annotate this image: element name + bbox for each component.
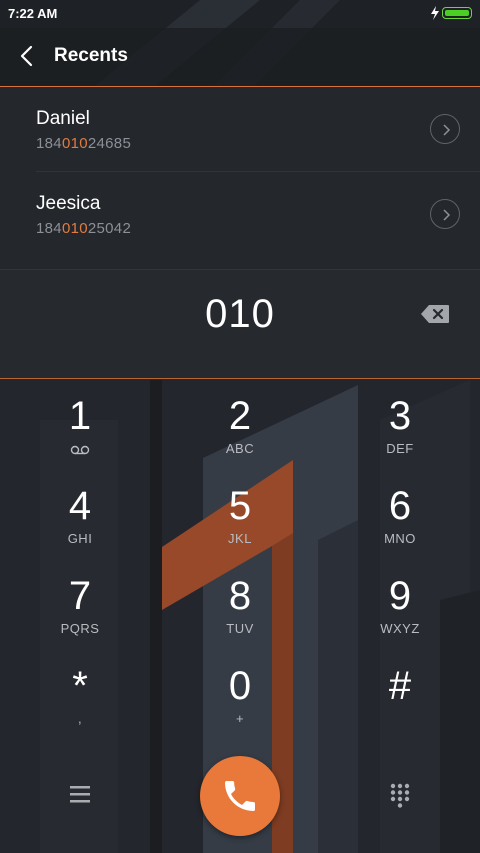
key-0[interactable]: 0 + xyxy=(170,663,310,751)
battery-level xyxy=(445,10,469,16)
key-letters: , xyxy=(77,711,83,726)
key-digit: # xyxy=(388,664,412,708)
key-digit: 4 xyxy=(68,484,92,528)
key-digit: 8 xyxy=(228,574,252,618)
key-digit: 9 xyxy=(388,574,412,618)
number-match-highlight: 010 xyxy=(61,135,88,152)
key-4[interactable]: 4 GHI xyxy=(10,483,150,571)
contact-detail-button[interactable] xyxy=(430,114,460,144)
entered-number[interactable]: 010 xyxy=(0,292,480,337)
page-title: Recents xyxy=(54,45,128,66)
key-letters: WXYZ xyxy=(380,621,420,636)
recent-contact-item[interactable]: Jeesica 18401025042 xyxy=(0,172,480,256)
contact-detail-button[interactable] xyxy=(430,199,460,229)
key-letters: ABC xyxy=(225,441,255,456)
contact-name: Jeesica xyxy=(36,193,101,214)
recents-list: Daniel 18401024685 Jeesica 18401025042 xyxy=(0,87,480,269)
number-prefix: 184 xyxy=(36,135,62,152)
key-digit: 6 xyxy=(388,484,412,528)
number-suffix: 25042 xyxy=(87,220,132,237)
chevron-right-icon xyxy=(443,124,451,136)
contact-number: 18401024685 xyxy=(36,135,131,152)
key-digit: 1 xyxy=(68,394,92,438)
number-suffix: 24685 xyxy=(87,135,132,152)
key-letters: DEF xyxy=(386,441,414,456)
key-letters: GHI xyxy=(67,531,93,546)
number-match-highlight: 010 xyxy=(61,220,88,237)
battery-icon xyxy=(442,7,472,19)
key-digit: 0 xyxy=(228,664,252,708)
key-5[interactable]: 5 JKL xyxy=(170,483,310,571)
key-digit: 2 xyxy=(228,394,252,438)
menu-icon[interactable] xyxy=(68,784,92,804)
status-time: 7:22 AM xyxy=(8,6,58,21)
phone-icon xyxy=(225,781,255,811)
contact-number: 18401025042 xyxy=(36,220,131,237)
key-2[interactable]: 2 ABC xyxy=(170,393,310,481)
recent-contact-item[interactable]: Daniel 18401024685 xyxy=(0,87,480,172)
key-letters: TUV xyxy=(226,621,254,636)
key-hash[interactable]: # xyxy=(330,663,470,751)
dialpad-icon[interactable] xyxy=(388,783,412,809)
contact-name: Daniel xyxy=(36,108,90,129)
voicemail-icon xyxy=(70,445,90,455)
key-9[interactable]: 9 WXYZ xyxy=(330,573,470,661)
backspace-icon[interactable] xyxy=(420,304,450,324)
key-8[interactable]: 8 TUV xyxy=(170,573,310,661)
key-letters: + xyxy=(235,711,245,726)
key-digit: 3 xyxy=(388,394,412,438)
key-digit: 5 xyxy=(228,484,252,528)
key-letters: MNO xyxy=(384,531,416,546)
key-3[interactable]: 3 DEF xyxy=(330,393,470,481)
back-arrow-icon[interactable] xyxy=(16,42,40,70)
key-digit: 7 xyxy=(68,574,92,618)
status-bar: 7:22 AM xyxy=(0,0,480,28)
call-button[interactable] xyxy=(200,756,280,836)
key-letters: PQRS xyxy=(60,621,100,636)
key-star[interactable]: * , xyxy=(10,663,150,751)
dial-entry: 010 xyxy=(0,269,480,379)
key-letters: JKL xyxy=(228,531,252,546)
key-6[interactable]: 6 MNO xyxy=(330,483,470,571)
key-digit: * xyxy=(72,664,88,708)
key-7[interactable]: 7 PQRS xyxy=(10,573,150,661)
charging-bolt-icon xyxy=(431,6,439,20)
chevron-right-icon xyxy=(443,209,451,221)
number-prefix: 184 xyxy=(36,220,62,237)
app-header: Recents xyxy=(0,28,480,87)
key-1[interactable]: 1 xyxy=(10,393,150,481)
